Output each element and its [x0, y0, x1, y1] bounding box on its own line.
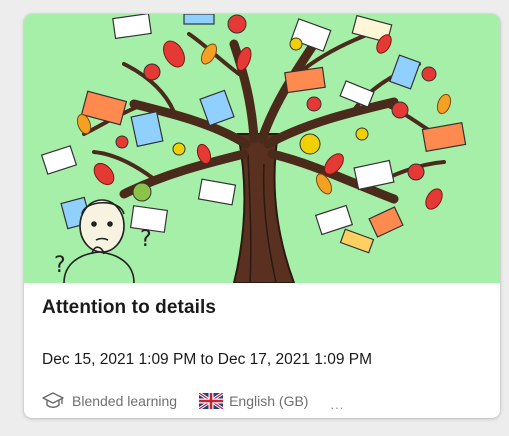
knowledge-tree-illustration: ? ?	[40, 14, 467, 283]
more-options-button[interactable]: ...	[330, 397, 344, 412]
course-title[interactable]: Attention to details	[42, 297, 216, 319]
svg-text:?: ?	[140, 227, 152, 252]
page: ? ? Attention to details Dec 15, 2021 1:…	[0, 0, 509, 436]
course-card[interactable]: ? ? Attention to details Dec 15, 2021 1:…	[24, 14, 500, 418]
course-format-label: Blended learning	[72, 393, 178, 409]
graduation-cap-icon	[42, 392, 64, 410]
course-language-label: English (GB)	[229, 393, 309, 409]
uk-flag-icon	[199, 393, 224, 409]
course-dates: Dec 15, 2021 1:09 PM to Dec 17, 2021 1:0…	[42, 351, 373, 368]
course-meta: Blended learning English (GB) ...	[42, 390, 344, 412]
course-cover-image: ? ?	[24, 14, 500, 283]
svg-text:?: ?	[54, 253, 66, 278]
